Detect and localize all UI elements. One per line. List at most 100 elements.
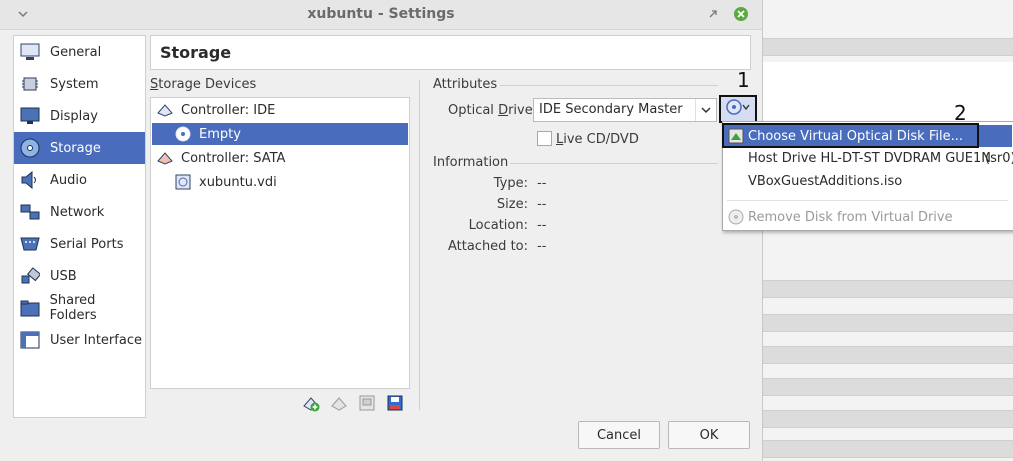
- folder-icon: [19, 297, 41, 319]
- attributes-label: Attributes: [433, 77, 498, 92]
- tree-item-label: xubuntu.vdi: [199, 174, 277, 190]
- category-usb[interactable]: USB: [14, 260, 145, 292]
- background-bar: [762, 38, 1013, 56]
- category-label: Shared Folders: [49, 293, 97, 323]
- background-bar: [762, 440, 1013, 458]
- tree-item-controller-sata[interactable]: Controller: SATA: [151, 147, 407, 169]
- live-cd-checkbox[interactable]: [537, 131, 552, 146]
- optical-disk-menu: Choose Virtual Optical Disk File... Host…: [722, 121, 1013, 231]
- storage-tree: Controller: IDE Empty Controller: SATA x…: [150, 97, 410, 389]
- category-serial-ports[interactable]: Serial Ports: [14, 228, 145, 260]
- network-icon: [19, 201, 41, 223]
- menu-item-remove-disk[interactable]: Remove Disk from Virtual Drive: [723, 206, 1012, 228]
- menu-item-host-drive[interactable]: Host Drive HL-DT-ST DVDRAM GUE1N (sr0): [723, 147, 1013, 169]
- tree-item-label: Empty: [199, 126, 241, 142]
- choose-disk-icon: [728, 128, 744, 148]
- info-size-value: --: [537, 197, 547, 212]
- ok-button[interactable]: OK: [668, 421, 750, 449]
- category-label: USB: [50, 268, 77, 284]
- window-title: xubuntu - Settings: [307, 6, 455, 22]
- menu-item-choose-file[interactable]: Choose Virtual Optical Disk File...: [723, 125, 1012, 147]
- speaker-icon: [19, 169, 41, 191]
- tree-item-label: Controller: IDE: [181, 102, 276, 118]
- optical-disc-icon: [175, 126, 191, 142]
- optical-drive-value: IDE Secondary Master: [539, 102, 683, 117]
- menu-item-label: Remove Disk from Virtual Drive: [748, 209, 953, 225]
- title-bar: xubuntu - Settings: [0, 0, 762, 30]
- storage-devices-label-rest: torage Devices: [158, 77, 257, 92]
- background-panel: [762, 62, 1013, 122]
- category-list: General System Display Storage Audio Net…: [13, 35, 146, 418]
- usb-icon: [19, 265, 41, 287]
- disk-icon: [19, 137, 41, 159]
- callout-2: 2: [954, 101, 967, 125]
- category-label: User Interface: [50, 332, 142, 348]
- general-icon: [19, 41, 41, 63]
- ide-controller-icon: [157, 102, 173, 118]
- tree-item-controller-ide[interactable]: Controller: IDE: [151, 99, 407, 121]
- tree-item-empty[interactable]: Empty: [152, 123, 408, 145]
- storage-devices-label: Storage Devices: [150, 77, 256, 92]
- info-location-value: --: [537, 218, 547, 233]
- category-user-interface[interactable]: User Interface: [14, 324, 145, 356]
- live-cd-label: Live CD/DVD: [556, 132, 639, 147]
- background-bar: [762, 280, 1013, 298]
- category-network[interactable]: Network: [14, 196, 145, 228]
- optical-drive-label-mnemonic: D: [498, 103, 509, 118]
- menu-item-label: VBoxGuestAdditions.iso: [748, 173, 903, 189]
- add-controller-icon[interactable]: [358, 394, 376, 412]
- info-type-value: --: [537, 176, 547, 191]
- hard-disk-icon: [175, 174, 191, 190]
- remove-disk-icon: [728, 209, 744, 229]
- optical-disc-menu-icon: [725, 98, 751, 120]
- window-icon: [19, 329, 41, 351]
- category-display[interactable]: Display: [14, 100, 145, 132]
- tree-item-xubuntu-vdi[interactable]: xubuntu.vdi: [151, 171, 407, 193]
- menu-item-label: Choose Virtual Optical Disk File...: [748, 128, 963, 144]
- category-audio[interactable]: Audio: [14, 164, 145, 196]
- chip-icon: [19, 73, 41, 95]
- background-bar: [762, 314, 1013, 332]
- attributes-separator: [500, 85, 718, 86]
- optical-drive-select[interactable]: IDE Secondary Master: [533, 98, 717, 122]
- category-label: Network: [50, 204, 105, 220]
- cancel-button[interactable]: Cancel: [578, 421, 660, 449]
- category-storage[interactable]: Storage: [14, 132, 145, 164]
- tree-item-label: Controller: SATA: [181, 150, 286, 166]
- category-label: Storage: [50, 140, 101, 156]
- category-general[interactable]: General: [14, 36, 145, 68]
- info-type-label: Type:: [493, 176, 528, 191]
- category-shared-folders[interactable]: Shared Folders: [14, 292, 145, 324]
- menu-item-guest-additions[interactable]: VBoxGuestAdditions.iso: [723, 170, 1012, 192]
- information-label: Information: [433, 155, 509, 170]
- category-label: Display: [50, 108, 98, 124]
- category-label: System: [50, 76, 99, 92]
- menu-item-label: Host Drive HL-DT-ST DVDRAM GUE1N: [748, 150, 992, 166]
- restore-icon[interactable]: [703, 4, 723, 24]
- chevron-down-icon[interactable]: [695, 99, 716, 121]
- live-cd-label-rest: ive CD/DVD: [563, 132, 639, 147]
- background-bar: [762, 378, 1013, 396]
- settings-dialog: xubuntu - Settings General System Displa…: [0, 0, 763, 461]
- info-size-label: Size:: [496, 197, 528, 212]
- remove-attachment-icon[interactable]: [330, 394, 348, 412]
- category-system[interactable]: System: [14, 68, 145, 100]
- info-attached-label: Attached to:: [447, 239, 528, 254]
- page-title: Storage: [160, 43, 232, 62]
- optical-drive-label-pre: Optical: [448, 103, 499, 118]
- info-attached-value: --: [537, 239, 547, 254]
- optical-drive-label: Optical Drive:: [448, 103, 537, 118]
- page-header: Storage: [150, 35, 751, 70]
- background-bar: [762, 410, 1013, 428]
- close-icon[interactable]: [731, 4, 751, 24]
- remove-controller-icon[interactable]: [386, 394, 404, 412]
- serial-port-icon: [19, 233, 41, 255]
- menu-separator: [727, 200, 1008, 201]
- callout-1: 1: [737, 68, 750, 92]
- category-label: Serial Ports: [50, 236, 124, 252]
- menu-item-extra: (sr0): [985, 150, 1013, 166]
- category-label: General: [50, 44, 102, 60]
- choose-disk-button[interactable]: [719, 95, 757, 123]
- add-attachment-icon[interactable]: [302, 394, 320, 412]
- monitor-icon: [19, 105, 41, 127]
